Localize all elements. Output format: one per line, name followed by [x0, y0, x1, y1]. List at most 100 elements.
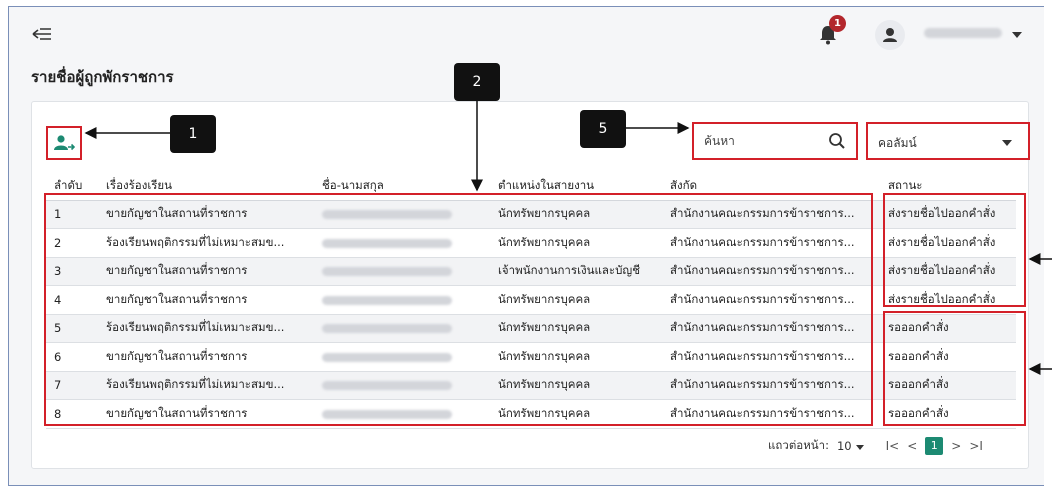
- cell-position: นักทรัพยากรบุคคล: [490, 371, 662, 400]
- table-header-row: ลำดับ เรื่องร้องเรียน ชื่อ-นามสกุล ตำแหน…: [46, 172, 1016, 201]
- callout-2: 2: [454, 63, 500, 101]
- add-user-button[interactable]: [46, 126, 82, 160]
- cell-no: 4: [46, 285, 98, 315]
- prev-page-button[interactable]: <: [907, 439, 917, 453]
- current-page-button[interactable]: 1: [925, 437, 944, 455]
- suspended-list-table: ลำดับ เรื่องร้องเรียน ชื่อ-นามสกุล ตำแหน…: [46, 172, 1016, 429]
- cell-agency: สำนักงานคณะกรรมการข้าราชการ...: [662, 285, 880, 315]
- cell-position: นักทรัพยากรบุคคล: [490, 314, 662, 343]
- cell-no: 3: [46, 257, 98, 286]
- cell-no: 5: [46, 314, 98, 343]
- callout-5: 5: [580, 110, 626, 148]
- table-row[interactable]: 4 ขายกัญชาในสถานที่ราชการ นักทรัพยากรบุค…: [46, 285, 1016, 315]
- cell-name: [314, 285, 490, 315]
- cell-status: ส่งรายชื่อไปออกคำสั่ง: [880, 257, 1016, 286]
- rows-per-page-select[interactable]: 10: [837, 439, 864, 453]
- chevron-down-icon[interactable]: [1012, 32, 1022, 38]
- cell-agency: สำนักงานคณะกรรมการข้าราชการ...: [662, 257, 880, 286]
- table-row[interactable]: 1 ขายกัญชาในสถานที่ราชการ นักทรัพยากรบุค…: [46, 200, 1016, 229]
- cell-complaint: ร้องเรียนพฤติกรรมที่ไม่เหมาะสมข...: [98, 314, 314, 343]
- column-header[interactable]: สถานะ: [880, 172, 1016, 201]
- notification-badge: 1: [829, 15, 846, 32]
- cell-complaint: ขายกัญชาในสถานที่ราชการ: [98, 342, 314, 372]
- table-row[interactable]: 8 ขายกัญชาในสถานที่ราชการ นักทรัพยากรบุค…: [46, 399, 1016, 429]
- redacted-name: [322, 409, 452, 419]
- cell-no: 1: [46, 200, 98, 229]
- rows-per-page-label: แถวต่อหน้า:: [768, 438, 829, 452]
- cell-position: นักทรัพยากรบุคคล: [490, 399, 662, 429]
- cell-name: [314, 342, 490, 372]
- table-row[interactable]: 7 ร้องเรียนพฤติกรรมที่ไม่เหมาะสมข... นัก…: [46, 371, 1016, 400]
- cell-complaint: ร้องเรียนพฤติกรรมที่ไม่เหมาะสมข...: [98, 228, 314, 258]
- cell-position: เจ้าพนักงานการเงินและบัญชี: [490, 257, 662, 286]
- cell-position: นักทรัพยากรบุคคล: [490, 200, 662, 229]
- cell-agency: สำนักงานคณะกรรมการข้าราชการ...: [662, 342, 880, 372]
- column-header[interactable]: เรื่องร้องเรียน: [98, 172, 314, 201]
- content-card: คอลัมน์ ลำดับ เรื่องร้องเรียน ชื่อ-นามสก…: [31, 101, 1030, 469]
- cell-no: 2: [46, 228, 98, 258]
- cell-no: 6: [46, 342, 98, 372]
- next-page-button[interactable]: >: [951, 439, 961, 453]
- table-row[interactable]: 5 ร้องเรียนพฤติกรรมที่ไม่เหมาะสมข... นัก…: [46, 314, 1016, 343]
- collapse-menu-icon[interactable]: [31, 25, 53, 43]
- search-icon[interactable]: [828, 132, 846, 150]
- search-box: [692, 122, 858, 160]
- cell-status: ส่งรายชื่อไปออกคำสั่ง: [880, 200, 1016, 229]
- cell-complaint: ร้องเรียนพฤติกรรมที่ไม่เหมาะสมข...: [98, 371, 314, 400]
- chevron-down-icon: [1002, 140, 1012, 146]
- column-select[interactable]: คอลัมน์: [866, 122, 1030, 160]
- user-icon: [883, 28, 897, 42]
- cell-name: [314, 257, 490, 286]
- cell-agency: สำนักงานคณะกรรมการข้าราชการ...: [662, 314, 880, 343]
- cell-no: 7: [46, 371, 98, 400]
- pagination: แถวต่อหน้า: 10 I< < 1 > >I: [768, 434, 983, 458]
- column-header[interactable]: ชื่อ-นามสกุล: [314, 172, 490, 201]
- search-input[interactable]: [702, 130, 820, 152]
- chevron-down-icon: [855, 445, 864, 450]
- add-person-icon: [54, 135, 75, 151]
- column-header[interactable]: ลำดับ: [46, 172, 98, 201]
- cell-complaint: ขายกัญชาในสถานที่ราชการ: [98, 285, 314, 315]
- cell-status: รอออกคำสั่ง: [880, 342, 1016, 372]
- cell-status: รอออกคำสั่ง: [880, 314, 1016, 343]
- cell-position: นักทรัพยากรบุคคล: [490, 228, 662, 258]
- cell-agency: สำนักงานคณะกรรมการข้าราชการ...: [662, 371, 880, 400]
- table-row[interactable]: 6 ขายกัญชาในสถานที่ราชการ นักทรัพยากรบุค…: [46, 342, 1016, 372]
- cell-position: นักทรัพยากรบุคคล: [490, 342, 662, 372]
- redacted-name: [322, 267, 452, 277]
- cell-status: ส่งรายชื่อไปออกคำสั่ง: [880, 228, 1016, 258]
- cell-name: [314, 399, 490, 429]
- cell-complaint: ขายกัญชาในสถานที่ราชการ: [98, 257, 314, 286]
- column-header[interactable]: ตำแหน่งในสายงาน: [490, 172, 662, 201]
- cell-position: นักทรัพยากรบุคคล: [490, 285, 662, 315]
- column-header[interactable]: สังกัด: [662, 172, 880, 201]
- callout-1: 1: [170, 115, 216, 153]
- cell-name: [314, 228, 490, 258]
- user-name-redacted[interactable]: [924, 28, 1002, 38]
- table-row[interactable]: 2 ร้องเรียนพฤติกรรมที่ไม่เหมาะสมข... นัก…: [46, 228, 1016, 258]
- redacted-name: [322, 324, 452, 334]
- cell-agency: สำนักงานคณะกรรมการข้าราชการ...: [662, 399, 880, 429]
- cell-agency: สำนักงานคณะกรรมการข้าราชการ...: [662, 228, 880, 258]
- table-row[interactable]: 3 ขายกัญชาในสถานที่ราชการ เจ้าพนักงานการ…: [46, 257, 1016, 286]
- rows-per-page-value: 10: [836, 439, 852, 453]
- avatar[interactable]: [875, 20, 905, 50]
- cell-status: ส่งรายชื่อไปออกคำสั่ง: [880, 285, 1016, 315]
- cell-agency: สำนักงานคณะกรรมการข้าราชการ...: [662, 200, 880, 229]
- cell-complaint: ขายกัญชาในสถานที่ราชการ: [98, 399, 314, 429]
- cell-name: [314, 200, 490, 229]
- cell-status: รอออกคำสั่ง: [880, 371, 1016, 400]
- app-window: 1 รายชื่อผู้ถูกพักราชการ ค้นหา คอลัมน์ ล…: [8, 6, 1044, 486]
- redacted-name: [322, 210, 452, 220]
- page-title: รายชื่อผู้ถูกพักราชการ: [31, 68, 174, 86]
- redacted-name: [322, 381, 452, 391]
- redacted-name: [322, 238, 452, 248]
- redacted-name: [322, 352, 452, 362]
- cell-status: รอออกคำสั่ง: [880, 399, 1016, 429]
- top-bar: 1: [9, 7, 1044, 57]
- column-select-label: คอลัมน์: [878, 136, 917, 150]
- first-page-button[interactable]: I<: [886, 439, 900, 453]
- redacted-name: [322, 295, 452, 305]
- cell-complaint: ขายกัญชาในสถานที่ราชการ: [98, 200, 314, 229]
- last-page-button[interactable]: >I: [969, 439, 983, 453]
